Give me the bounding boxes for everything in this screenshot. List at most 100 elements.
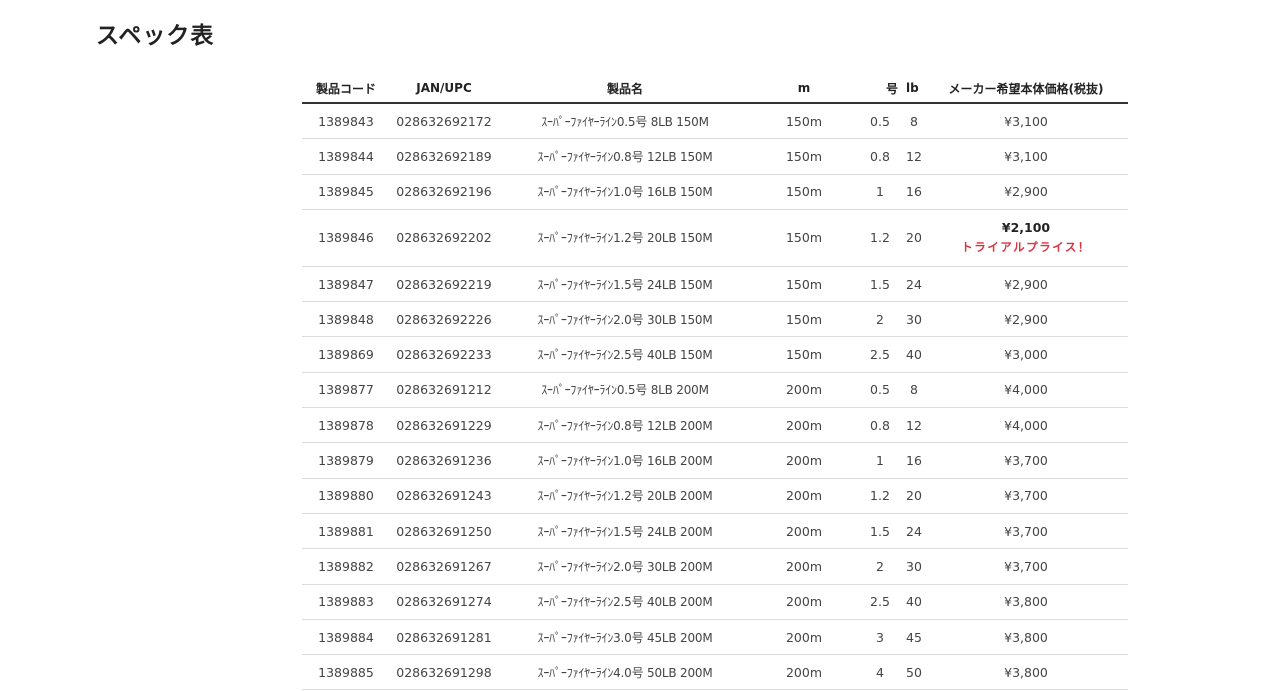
cell-price: ¥3,800 bbox=[924, 584, 1128, 620]
section-title: スペック表 bbox=[96, 23, 215, 49]
cell-product-name: ｽｰﾊﾟｰﾌｧｲﾔｰﾗｲﾝ0.8号 12LB 150M bbox=[498, 138, 752, 175]
price-value: ¥2,100 bbox=[1001, 220, 1051, 236]
table-row: 1389847 028632692219 ｽｰﾊﾟｰﾌｧｲﾔｰﾗｲﾝ1.5号 24L… bbox=[302, 266, 1128, 303]
cell-product-name: ｽｰﾊﾟｰﾌｧｲﾔｰﾗｲﾝ1.0号 16LB 150M bbox=[498, 174, 752, 210]
table-row: 1389885 028632691298 ｽｰﾊﾟｰﾌｧｲﾔｰﾗｲﾝ4.0号 50L… bbox=[302, 654, 1128, 691]
cell-price: ¥2,900 bbox=[924, 174, 1128, 210]
table-row: 1389845 028632692196 ｽｰﾊﾟｰﾌｧｲﾔｰﾗｲﾝ1.0号 16L… bbox=[302, 174, 1128, 210]
cell-price: ¥3,700 bbox=[924, 513, 1128, 550]
cell-product-name: ｽｰﾊﾟｰﾌｧｲﾔｰﾗｲﾝ2.5号 40LB 200M bbox=[498, 584, 752, 620]
cell-lb: 40 bbox=[904, 336, 924, 373]
cell-jan-upc: 028632691229 bbox=[390, 407, 498, 444]
cell-product-name: ｽｰﾊﾟｰﾌｧｲﾔｰﾗｲﾝ1.0号 16LB 200M bbox=[498, 442, 752, 479]
cell-lb: 24 bbox=[904, 266, 924, 303]
cell-jan-upc: 028632691298 bbox=[390, 654, 498, 691]
cell-length: 150m bbox=[752, 209, 856, 267]
cell-length: 150m bbox=[752, 301, 856, 338]
table-row: 1389844 028632692189 ｽｰﾊﾟｰﾌｧｲﾔｰﾗｲﾝ0.8号 12L… bbox=[302, 138, 1128, 175]
table-row: 1389878 028632691229 ｽｰﾊﾟｰﾌｧｲﾔｰﾗｲﾝ0.8号 12L… bbox=[302, 407, 1128, 444]
cell-product-name: ｽｰﾊﾟｰﾌｧｲﾔｰﾗｲﾝ3.0号 45LB 200M bbox=[498, 619, 752, 656]
cell-product-code: 1389884 bbox=[302, 619, 390, 656]
cell-price: ¥3,100 bbox=[924, 138, 1128, 175]
cell-product-code: 1389883 bbox=[302, 584, 390, 620]
cell-jan-upc: 028632691212 bbox=[390, 372, 498, 409]
cell-go: 0.5 bbox=[856, 372, 904, 409]
cell-length: 200m bbox=[752, 442, 856, 479]
cell-length: 200m bbox=[752, 407, 856, 444]
cell-length: 200m bbox=[752, 372, 856, 409]
cell-go: 2.5 bbox=[856, 336, 904, 373]
cell-product-code: 1389885 bbox=[302, 654, 390, 691]
table-body: 1389843 028632692172 ｽｰﾊﾟｰﾌｧｲﾔｰﾗｲﾝ0.5号 8LB… bbox=[302, 103, 1128, 691]
cell-go: 1.5 bbox=[856, 266, 904, 303]
cell-price: ¥3,700 bbox=[924, 478, 1128, 514]
cell-jan-upc: 028632691236 bbox=[390, 442, 498, 479]
cell-jan-upc: 028632692226 bbox=[390, 301, 498, 338]
cell-product-name: ｽｰﾊﾟｰﾌｧｲﾔｰﾗｲﾝ4.0号 50LB 200M bbox=[498, 654, 752, 691]
cell-go: 1 bbox=[856, 174, 904, 210]
header-go: 号 bbox=[856, 74, 904, 104]
cell-go: 0.5 bbox=[856, 103, 904, 140]
cell-length: 200m bbox=[752, 548, 856, 585]
cell-jan-upc: 028632691243 bbox=[390, 478, 498, 514]
cell-product-code: 1389880 bbox=[302, 478, 390, 514]
cell-product-name: ｽｰﾊﾟｰﾌｧｲﾔｰﾗｲﾝ1.2号 20LB 150M bbox=[498, 209, 752, 267]
cell-product-name: ｽｰﾊﾟｰﾌｧｲﾔｰﾗｲﾝ0.5号 8LB 200M bbox=[498, 372, 752, 409]
cell-price: ¥3,100 bbox=[924, 103, 1128, 140]
cell-lb: 12 bbox=[904, 407, 924, 444]
cell-price: ¥3,800 bbox=[924, 654, 1128, 691]
cell-length: 200m bbox=[752, 478, 856, 514]
cell-jan-upc: 028632691274 bbox=[390, 584, 498, 620]
cell-go: 2.5 bbox=[856, 584, 904, 620]
header-product-code: 製品コード bbox=[302, 74, 390, 104]
cell-product-code: 1389844 bbox=[302, 138, 390, 175]
cell-length: 150m bbox=[752, 266, 856, 303]
cell-lb: 16 bbox=[904, 442, 924, 479]
table-row: 1389877 028632691212 ｽｰﾊﾟｰﾌｧｲﾔｰﾗｲﾝ0.5号 8LB… bbox=[302, 372, 1128, 409]
cell-jan-upc: 028632691250 bbox=[390, 513, 498, 550]
cell-product-name: ｽｰﾊﾟｰﾌｧｲﾔｰﾗｲﾝ1.2号 20LB 200M bbox=[498, 478, 752, 514]
cell-jan-upc: 028632692233 bbox=[390, 336, 498, 373]
cell-go: 2 bbox=[856, 301, 904, 338]
cell-lb: 40 bbox=[904, 584, 924, 620]
cell-product-code: 1389879 bbox=[302, 442, 390, 479]
cell-go: 1.2 bbox=[856, 209, 904, 267]
trial-price-label: トライアルプライス！ bbox=[961, 240, 1091, 255]
cell-product-code: 1389848 bbox=[302, 301, 390, 338]
cell-go: 2 bbox=[856, 548, 904, 585]
cell-jan-upc: 028632692189 bbox=[390, 138, 498, 175]
table-row: 1389880 028632691243 ｽｰﾊﾟｰﾌｧｲﾔｰﾗｲﾝ1.2号 20L… bbox=[302, 478, 1128, 514]
cell-lb: 45 bbox=[904, 619, 924, 656]
header-price: メーカー希望本体価格(税抜) bbox=[924, 74, 1128, 104]
cell-lb: 16 bbox=[904, 174, 924, 210]
cell-product-name: ｽｰﾊﾟｰﾌｧｲﾔｰﾗｲﾝ2.0号 30LB 150M bbox=[498, 301, 752, 338]
cell-go: 1.2 bbox=[856, 478, 904, 514]
cell-lb: 20 bbox=[904, 209, 924, 267]
cell-go: 0.8 bbox=[856, 407, 904, 444]
cell-lb: 24 bbox=[904, 513, 924, 550]
cell-lb: 50 bbox=[904, 654, 924, 691]
cell-product-code: 1389843 bbox=[302, 103, 390, 140]
table-row: 1389879 028632691236 ｽｰﾊﾟｰﾌｧｲﾔｰﾗｲﾝ1.0号 16L… bbox=[302, 442, 1128, 479]
cell-length: 150m bbox=[752, 336, 856, 373]
cell-price: ¥2,900 bbox=[924, 301, 1128, 338]
cell-product-code: 1389846 bbox=[302, 209, 390, 267]
header-length: m bbox=[752, 74, 856, 104]
cell-go: 4 bbox=[856, 654, 904, 691]
cell-product-code: 1389882 bbox=[302, 548, 390, 585]
header-jan-upc: JAN/UPC bbox=[390, 74, 498, 104]
cell-price: ¥3,700 bbox=[924, 442, 1128, 479]
cell-lb: 8 bbox=[904, 372, 924, 409]
spec-page: スペック表 製品コード JAN/UPC 製品名 m 号 lb メーカー希望本体価… bbox=[0, 0, 1280, 691]
cell-lb: 30 bbox=[904, 301, 924, 338]
cell-go: 1 bbox=[856, 442, 904, 479]
table-row: 1389846 028632692202 ｽｰﾊﾟｰﾌｧｲﾔｰﾗｲﾝ1.2号 20L… bbox=[302, 209, 1128, 267]
cell-price: ¥4,000 bbox=[924, 407, 1128, 444]
cell-product-name: ｽｰﾊﾟｰﾌｧｲﾔｰﾗｲﾝ2.0号 30LB 200M bbox=[498, 548, 752, 585]
header-lb: lb bbox=[904, 74, 924, 104]
cell-product-name: ｽｰﾊﾟｰﾌｧｲﾔｰﾗｲﾝ2.5号 40LB 150M bbox=[498, 336, 752, 373]
table-row: 1389843 028632692172 ｽｰﾊﾟｰﾌｧｲﾔｰﾗｲﾝ0.5号 8LB… bbox=[302, 103, 1128, 140]
table-row: 1389882 028632691267 ｽｰﾊﾟｰﾌｧｲﾔｰﾗｲﾝ2.0号 30L… bbox=[302, 548, 1128, 585]
cell-product-name: ｽｰﾊﾟｰﾌｧｲﾔｰﾗｲﾝ1.5号 24LB 200M bbox=[498, 513, 752, 550]
cell-price: ¥3,700 bbox=[924, 548, 1128, 585]
